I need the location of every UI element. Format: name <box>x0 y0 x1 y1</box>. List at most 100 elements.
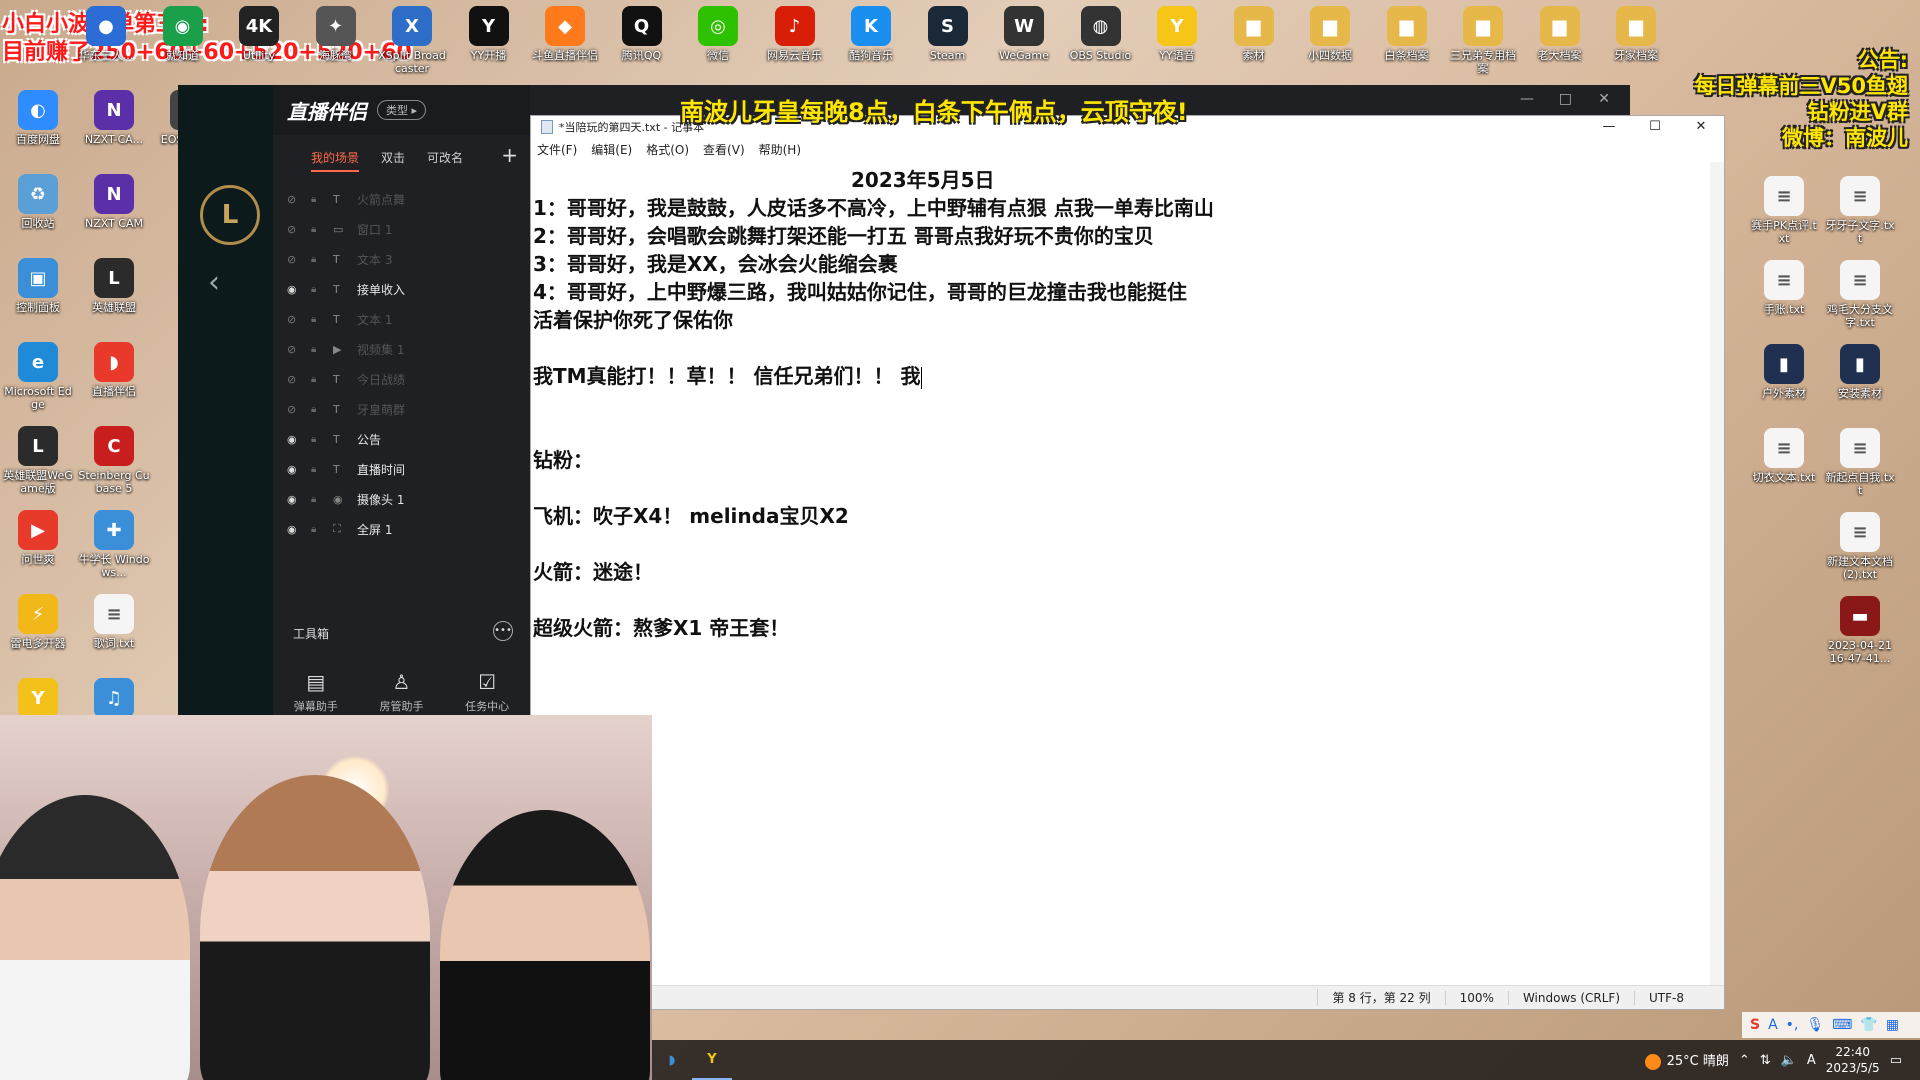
scene-item[interactable]: ◉ 🔒︎ ◉ 摄像头 1 <box>273 484 530 514</box>
eye-icon[interactable]: ◉ <box>287 463 301 476</box>
type-button[interactable]: 类型 ▸ <box>377 100 427 120</box>
lock-icon[interactable]: 🔒︎ <box>311 284 323 295</box>
desktop-icon[interactable]: Y YY语音 <box>1141 6 1213 62</box>
scene-item[interactable]: ⊘ 🔒︎ ▶ 视频集 1 <box>273 334 530 364</box>
desktop-icon[interactable]: ≡ 手账.txt <box>1748 260 1820 316</box>
menu-item[interactable]: 编辑(E) <box>591 141 632 158</box>
desktop-icon[interactable]: ▆ 白条档案 <box>1371 6 1443 62</box>
add-scene-button[interactable]: + <box>501 143 518 167</box>
notepad-text-area[interactable]: 2023年5月5日 1：哥哥好，我是鼓鼓，人皮话多不高冷，上中野辅有点狠 点我一单… <box>531 162 1710 985</box>
toolbox-item[interactable]: ▤ 弹幕助手 <box>294 670 338 714</box>
minimize-icon[interactable]: — <box>1586 116 1632 138</box>
menu-item[interactable]: 查看(V) <box>703 141 745 158</box>
lock-icon[interactable]: 🔒︎ <box>311 434 323 445</box>
ime-mode-icon[interactable]: A <box>1768 1017 1778 1033</box>
lock-icon[interactable]: 🔒︎ <box>311 194 323 205</box>
scene-item[interactable]: ⊘ 🔒︎ T 文本 3 <box>273 244 530 274</box>
scene-item[interactable]: ⊘ 🔒︎ T 火箭点舞 <box>273 184 530 214</box>
maximize-icon[interactable]: ☐ <box>1632 116 1678 138</box>
desktop-icon[interactable]: S Steam <box>912 6 984 62</box>
desktop-icon[interactable]: ◐ 百度网盘 <box>2 90 74 146</box>
lock-icon[interactable]: 🔒︎ <box>311 494 323 505</box>
eye-off-icon[interactable]: ⊘ <box>287 403 301 416</box>
desktop-icon[interactable]: ▆ 牙家档案 <box>1600 6 1672 62</box>
desktop-icon[interactable]: ▣ 控制面板 <box>2 258 74 314</box>
desktop-icon[interactable]: ◗ 直播伴侣 <box>78 342 150 398</box>
lock-icon[interactable]: 🔒︎ <box>311 524 323 535</box>
desktop-icon[interactable]: N NZXT CAM <box>78 174 150 230</box>
taskbar-app-yy[interactable]: Y <box>692 1040 732 1080</box>
desktop-icon[interactable]: ◎ 微信 <box>682 6 754 62</box>
desktop-icon[interactable]: ▬ 2023-04-21 16-47-41... <box>1824 596 1896 665</box>
scene-item[interactable]: ⊘ 🔒︎ T 牙皇萌群 <box>273 394 530 424</box>
lock-icon[interactable]: 🔒︎ <box>311 314 323 325</box>
scene-item[interactable]: ◉ 🔒︎ ⛶ 全屏 1 <box>273 514 530 544</box>
microphone-icon[interactable]: 🎙 <box>1806 1017 1824 1033</box>
lock-icon[interactable]: 🔒︎ <box>311 254 323 265</box>
sogou-ime-icon[interactable]: S <box>1750 1017 1760 1033</box>
desktop-icon[interactable]: ◍ OBS Studio <box>1065 6 1137 62</box>
desktop-icon[interactable]: K 酷狗音乐 <box>835 6 907 62</box>
toolbox-icon[interactable]: ▦ <box>1886 1017 1899 1033</box>
desktop-icon[interactable]: ≡ 牙牙子文字.txt <box>1824 176 1896 245</box>
tab-double-click[interactable]: 双击 <box>381 149 405 172</box>
network-icon[interactable]: ⇅ <box>1760 1053 1771 1068</box>
maximize-icon[interactable]: □ <box>1559 91 1572 107</box>
taskbar-app-companion[interactable]: ◗ <box>652 1040 692 1080</box>
close-icon[interactable]: ✕ <box>1598 91 1610 107</box>
keyboard-icon[interactable]: ⌨ <box>1832 1017 1852 1033</box>
desktop-icon[interactable]: e Microsoft Edge <box>2 342 74 411</box>
desktop-icon[interactable]: ♪ 网易云音乐 <box>759 6 831 62</box>
desktop-icon[interactable]: ≡ 新起点自我.txt <box>1824 428 1896 497</box>
toolbox-item[interactable]: ☑ 任务中心 <box>465 670 509 714</box>
punctuation-icon[interactable]: •, <box>1786 1017 1799 1033</box>
scene-item[interactable]: ⊘ 🔒︎ ▭ 窗口 1 <box>273 214 530 244</box>
vertical-scrollbar[interactable] <box>1710 162 1724 985</box>
desktop-icon[interactable]: ▆ 老大档案 <box>1524 6 1596 62</box>
eye-off-icon[interactable]: ⊘ <box>287 313 301 326</box>
toolbox-item[interactable]: ♙ 房管助手 <box>379 670 423 714</box>
scene-item[interactable]: ◉ 🔒︎ T 接单收入 <box>273 274 530 304</box>
lock-icon[interactable]: 🔒︎ <box>311 404 323 415</box>
lock-icon[interactable]: 🔒︎ <box>311 224 323 235</box>
eye-icon[interactable]: ◉ <box>287 523 301 536</box>
desktop-icon[interactable]: 4K Utility <box>223 6 295 62</box>
weather-widget[interactable]: 25°C 晴朗 <box>1644 1050 1729 1070</box>
chevron-up-icon[interactable]: ⌃ <box>1739 1053 1750 1068</box>
desktop-icon[interactable]: ● 华东三人... <box>70 6 142 62</box>
desktop-icon[interactable]: ◆ 斗鱼直播伴侣 <box>529 6 601 62</box>
desktop-icon[interactable]: C Steinberg Cubase 5 <box>78 426 150 495</box>
scene-item[interactable]: ◉ 🔒︎ T 公告 <box>273 424 530 454</box>
desktop-icon[interactable]: ≡ 切衣文本.txt <box>1748 428 1820 484</box>
desktop-icon[interactable]: X XSplit Broadcaster <box>376 6 448 75</box>
scene-item[interactable]: ◉ 🔒︎ T 直播时间 <box>273 454 530 484</box>
eye-icon[interactable]: ◉ <box>287 433 301 446</box>
chevron-left-icon[interactable]: ‹ <box>208 265 220 300</box>
menu-item[interactable]: 帮助(H) <box>759 141 801 158</box>
eye-off-icon[interactable]: ⊘ <box>287 223 301 236</box>
eye-off-icon[interactable]: ⊘ <box>287 373 301 386</box>
desktop-icon[interactable]: ▶ 问世爽 <box>2 510 74 566</box>
desktop-icon[interactable]: N NZXT-CA... <box>78 90 150 146</box>
eye-off-icon[interactable]: ⊘ <box>287 193 301 206</box>
desktop-icon[interactable]: ≡ 歌词.txt <box>78 594 150 650</box>
desktop-icon[interactable]: ≡ 赛手PK点评.txt <box>1748 176 1820 245</box>
desktop-icon[interactable]: ▆ 小四数据 <box>1294 6 1366 62</box>
desktop-icon[interactable]: Q 腾讯QQ <box>606 6 678 62</box>
lock-icon[interactable]: 🔒︎ <box>311 344 323 355</box>
desktop-icon[interactable]: ≡ 鸡毛大分支文字.txt <box>1824 260 1896 329</box>
desktop-icon[interactable]: ▮ 户外素材 <box>1748 344 1820 400</box>
notification-icon[interactable]: ▭ <box>1890 1053 1902 1068</box>
desktop-icon[interactable]: ♻ 回收站 <box>2 174 74 230</box>
more-icon[interactable]: ••• <box>493 621 513 641</box>
ime-toolbar[interactable]: S A •, 🎙 ⌨ 👕 ▦ <box>1742 1012 1920 1038</box>
desktop-icon[interactable]: ✦ 海豚湾 <box>300 6 372 62</box>
lock-icon[interactable]: 🔒︎ <box>311 374 323 385</box>
menu-item[interactable]: 文件(F) <box>537 141 577 158</box>
eye-off-icon[interactable]: ⊘ <box>287 343 301 356</box>
menu-item[interactable]: 格式(O) <box>646 141 689 158</box>
lock-icon[interactable]: 🔒︎ <box>311 464 323 475</box>
desktop-icon[interactable]: ◉ 就知道 <box>147 6 219 62</box>
volume-icon[interactable]: 🔈 <box>1781 1053 1797 1068</box>
minimize-icon[interactable]: — <box>1520 91 1534 107</box>
